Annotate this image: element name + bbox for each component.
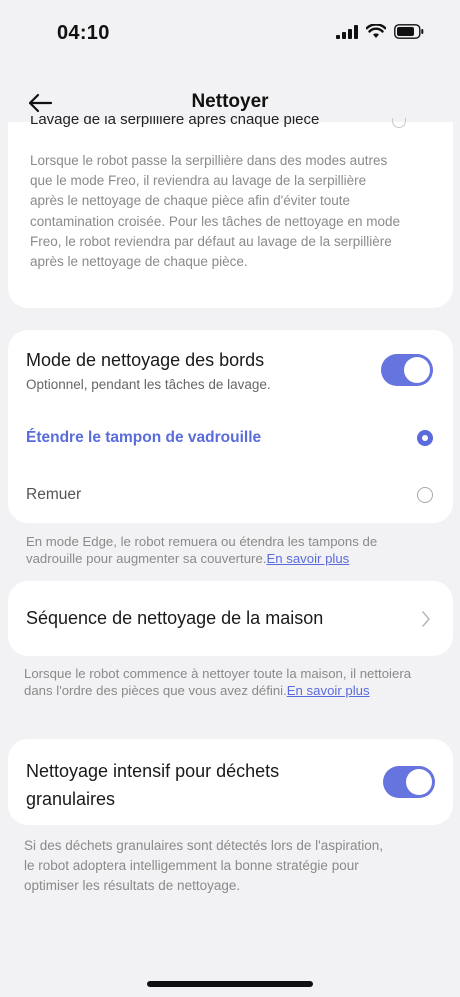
status-time: 04:10 [57,22,110,44]
option-label: Étendre le tampon de vadrouille [26,429,262,446]
battery-icon [394,24,424,39]
option-label: Remuer [26,486,82,503]
intense-cleaning-toggle[interactable] [383,766,435,798]
partial-setting-label: Lavage de la serpillière après chaque pi… [30,116,320,128]
edge-mode-card: Mode de nettoyage des bords Optionnel, p… [8,330,453,523]
learn-more-link[interactable]: En savoir plus [266,551,349,566]
intense-cleaning-card: Nettoyage intensif pour déchets granulai… [8,739,453,825]
edge-mode-title: Mode de nettoyage des bords [26,350,265,370]
home-sequence-card[interactable]: Séquence de nettoyage de la maison [8,581,453,656]
option-remuer[interactable]: Remuer [8,467,453,523]
learn-more-link[interactable]: En savoir plus [287,683,370,698]
mop-wash-description: Lorsque le robot passe la serpillière da… [30,153,400,270]
radio-unselected[interactable] [417,487,433,503]
radio-selected[interactable] [417,430,433,446]
partial-setting-row: Lavage de la serpillière après chaque pi… [30,116,430,130]
option-extend-pad[interactable]: Étendre le tampon de vadrouille [8,410,453,466]
mop-wash-card: Lavage de la serpillière après chaque pi… [8,116,453,308]
edge-mode-subtitle: Optionnel, pendant les tâches de lavage. [26,377,271,392]
edge-mode-toggle[interactable] [381,354,433,386]
signal-icon [336,24,358,39]
intense-cleaning-note: Si des déchets granulaires sont détectés… [24,838,384,893]
toggle-knob [404,357,430,383]
chevron-right-icon [422,611,430,627]
toggle-knob [406,769,432,795]
home-sequence-title: Séquence de nettoyage de la maison [26,608,324,628]
page-title: Nettoyer [191,91,269,112]
home-sequence-note: Lorsque le robot commence à nettoyer tou… [24,666,414,699]
wifi-icon [366,24,386,38]
status-icons [336,24,424,39]
edge-mode-note: En mode Edge, le robot remuera ou étendr… [26,534,426,567]
status-bar: 04:10 [0,0,460,70]
home-indicator[interactable] [147,981,313,987]
intense-cleaning-title: Nettoyage intensif pour déchets granulai… [26,761,280,809]
